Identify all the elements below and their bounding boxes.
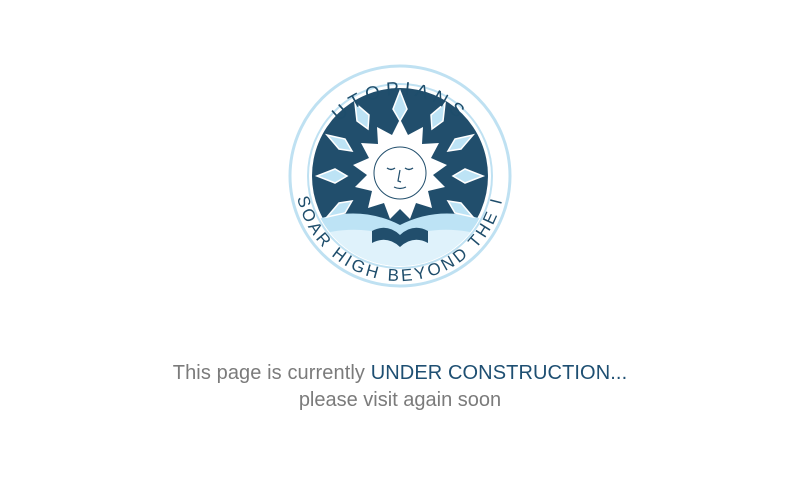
utopians-logo: UTOPIANS SOAR HIGH BEYOND THE I (277, 63, 523, 289)
construction-message: This page is currently UNDER CONSTRUCTIO… (0, 360, 800, 413)
message-line-2: please visit again soon (298, 389, 502, 411)
utopians-seal-icon: UTOPIANS SOAR HIGH BEYOND THE I (288, 64, 512, 288)
message-emphasis: UNDER CONSTRUCTION... (370, 362, 628, 384)
message-prefix: This page is currently (172, 362, 371, 384)
under-construction-page: UTOPIANS SOAR HIGH BEYOND THE I This pag… (0, 0, 800, 500)
message-line-1: This page is currently UNDER CONSTRUCTIO… (0, 360, 800, 386)
